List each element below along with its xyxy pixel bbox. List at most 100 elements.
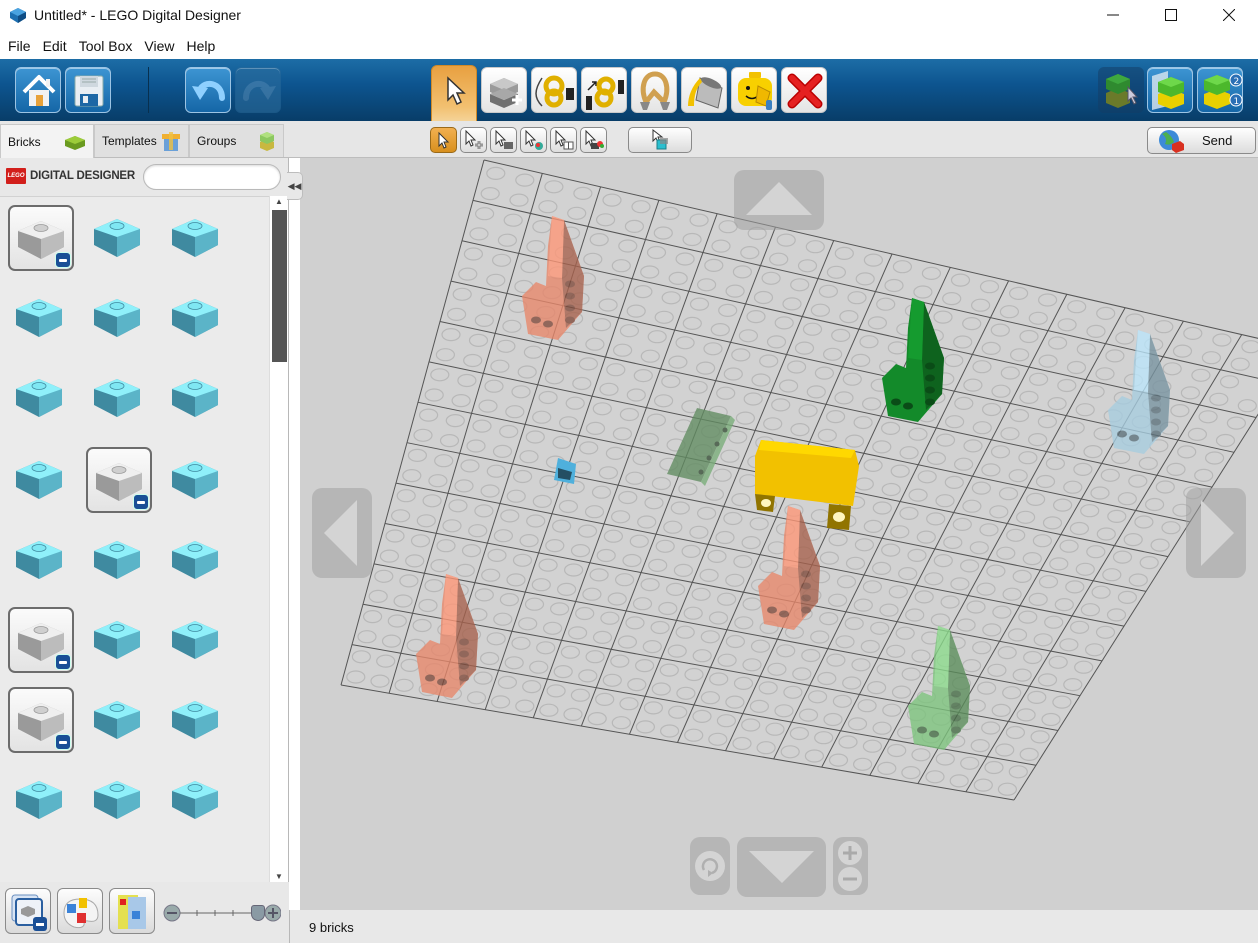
palette-item-slope-1x2[interactable]: [164, 687, 230, 753]
palette-item-slope-inverted-2x2[interactable]: [8, 767, 74, 833]
single-select-button[interactable]: [430, 127, 457, 153]
palette-item-plate-2x6[interactable]: [8, 447, 74, 513]
zoom-out-icon[interactable]: [838, 867, 862, 891]
select-tool-button[interactable]: [431, 65, 477, 125]
redo-button[interactable]: [235, 67, 281, 113]
palette-item-round-brick-1x1[interactable]: [164, 447, 230, 513]
zoom-slider-thumb[interactable]: [251, 905, 265, 921]
palette-item-brick-1x2[interactable]: [164, 205, 230, 271]
hide-select-button[interactable]: [628, 127, 692, 153]
brick-shape-icon: [16, 781, 62, 819]
close-button[interactable]: [1200, 0, 1258, 30]
palette-scrollbar[interactable]: ▲ ▼: [269, 196, 288, 882]
menu-help[interactable]: Help: [180, 38, 221, 54]
palette-item-arch-round-corner[interactable]: [86, 527, 152, 593]
palette-item-brick-1x6[interactable]: [86, 365, 152, 431]
palette-item-round-brick-group[interactable]: [86, 447, 152, 513]
collapse-groups-button[interactable]: [5, 888, 51, 934]
menu-toolbox[interactable]: Tool Box: [73, 38, 139, 54]
collapse-panel-button[interactable]: ◀◀: [287, 172, 303, 200]
pan-left-button[interactable]: [312, 488, 372, 578]
select-same-shape-color-button[interactable]: [550, 127, 577, 153]
palette-item-brick-1x1-tall[interactable]: [8, 365, 74, 431]
tab-bricks[interactable]: Bricks: [0, 124, 94, 158]
select-same-color-button[interactable]: [520, 127, 547, 153]
palette-item-brick-2x4[interactable]: [164, 365, 230, 431]
brick-shape-icon: [16, 299, 62, 337]
undo-button[interactable]: [185, 67, 231, 113]
redo-arrow-icon: [243, 80, 276, 101]
scroll-thumb[interactable]: [272, 210, 287, 362]
menu-view[interactable]: View: [138, 38, 180, 54]
decoration-tool-button[interactable]: [731, 67, 777, 113]
clone-tool-button[interactable]: [481, 67, 527, 113]
multi-select-button[interactable]: [460, 127, 487, 153]
palette-item-slope-1x3[interactable]: [86, 767, 152, 833]
select-same-shape-button[interactable]: [490, 127, 517, 153]
3d-viewport[interactable]: [300, 158, 1258, 910]
minimize-button[interactable]: [1084, 0, 1142, 30]
tab-groups[interactable]: Groups: [189, 124, 284, 157]
palette-item-brick-1x1-headlight[interactable]: [164, 607, 230, 673]
zoom-controls-graphic: [838, 841, 862, 891]
palette-item-slope-inverted-1x3[interactable]: [164, 767, 230, 833]
palette-item-brick-1x1[interactable]: [86, 205, 152, 271]
palette-item-slope-group[interactable]: [8, 687, 74, 753]
menu-file[interactable]: File: [2, 38, 37, 54]
reset-view-button[interactable]: [690, 837, 730, 895]
hinge-align-tool-button[interactable]: [581, 67, 627, 113]
pan-down-button[interactable]: [737, 837, 826, 897]
paint-tool-button[interactable]: [681, 67, 727, 113]
flex-rope-icon: [640, 71, 670, 110]
brick-search-input[interactable]: [143, 164, 281, 190]
palette-zoom-slider[interactable]: [163, 902, 282, 924]
building-guide-mode-button[interactable]: 2 1: [1197, 67, 1243, 113]
select-same-shape-icon: [495, 129, 513, 149]
tab-groups-label: Groups: [197, 134, 237, 148]
hinge-tool-button[interactable]: [531, 67, 577, 113]
send-button[interactable]: Send: [1147, 127, 1256, 154]
scroll-up-arrow-icon[interactable]: ▲: [273, 197, 285, 206]
invert-select-button[interactable]: [580, 127, 607, 153]
arrow-down-icon: [749, 851, 814, 883]
palette-item-brick-1x1-side-stud[interactable]: [86, 607, 152, 673]
collapse-group-icon[interactable]: [55, 252, 71, 268]
view-mode-button[interactable]: [1147, 67, 1193, 113]
pan-up-button[interactable]: [734, 170, 824, 230]
palette-item-brick-with-stud-group[interactable]: [8, 607, 74, 673]
select-same-color-icon: [525, 129, 543, 150]
house-icon: [22, 75, 56, 106]
palette-item-round-plate-corner[interactable]: [164, 527, 230, 593]
collapse-group-icon[interactable]: [133, 494, 149, 510]
collapse-groups-icon: [11, 894, 47, 931]
scroll-down-arrow-icon[interactable]: ▼: [273, 872, 285, 881]
palette-item-slope-2x2[interactable]: [86, 687, 152, 753]
single-select-icon: [438, 131, 450, 149]
collapse-group-icon[interactable]: [55, 654, 71, 670]
save-button[interactable]: [65, 67, 111, 113]
scene-canvas[interactable]: [300, 158, 1258, 910]
home-button[interactable]: [15, 67, 61, 113]
tab-templates[interactable]: Templates: [94, 124, 189, 157]
collapse-group-icon[interactable]: [55, 734, 71, 750]
menu-edit[interactable]: Edit: [37, 38, 73, 54]
palette-item-brick-corner-1x2x2[interactable]: [8, 285, 74, 351]
palette-item-brick-2x4-group[interactable]: [8, 205, 74, 271]
zoom-in-icon[interactable]: [838, 841, 862, 865]
maximize-button[interactable]: [1142, 0, 1200, 30]
flex-tool-button[interactable]: [631, 67, 677, 113]
brand-text: DIGITAL DESIGNER: [30, 170, 135, 182]
close-icon: [1223, 9, 1235, 21]
sort-by-color-button[interactable]: [57, 888, 103, 934]
menu-bar: File Edit Tool Box View Help: [0, 33, 221, 59]
pan-right-button[interactable]: [1186, 488, 1246, 578]
delete-tool-button[interactable]: [781, 67, 827, 113]
brick-shape-icon: [172, 299, 218, 337]
floppy-disk-icon: [74, 75, 104, 107]
svg-text:1: 1: [1234, 97, 1240, 107]
palette-item-brick-2x2[interactable]: [86, 285, 152, 351]
palette-item-dome-2x2[interactable]: [8, 527, 74, 593]
brick-catalog-button[interactable]: [109, 888, 155, 934]
build-mode-button[interactable]: [1098, 67, 1144, 113]
palette-item-brick-1x4[interactable]: [164, 285, 230, 351]
